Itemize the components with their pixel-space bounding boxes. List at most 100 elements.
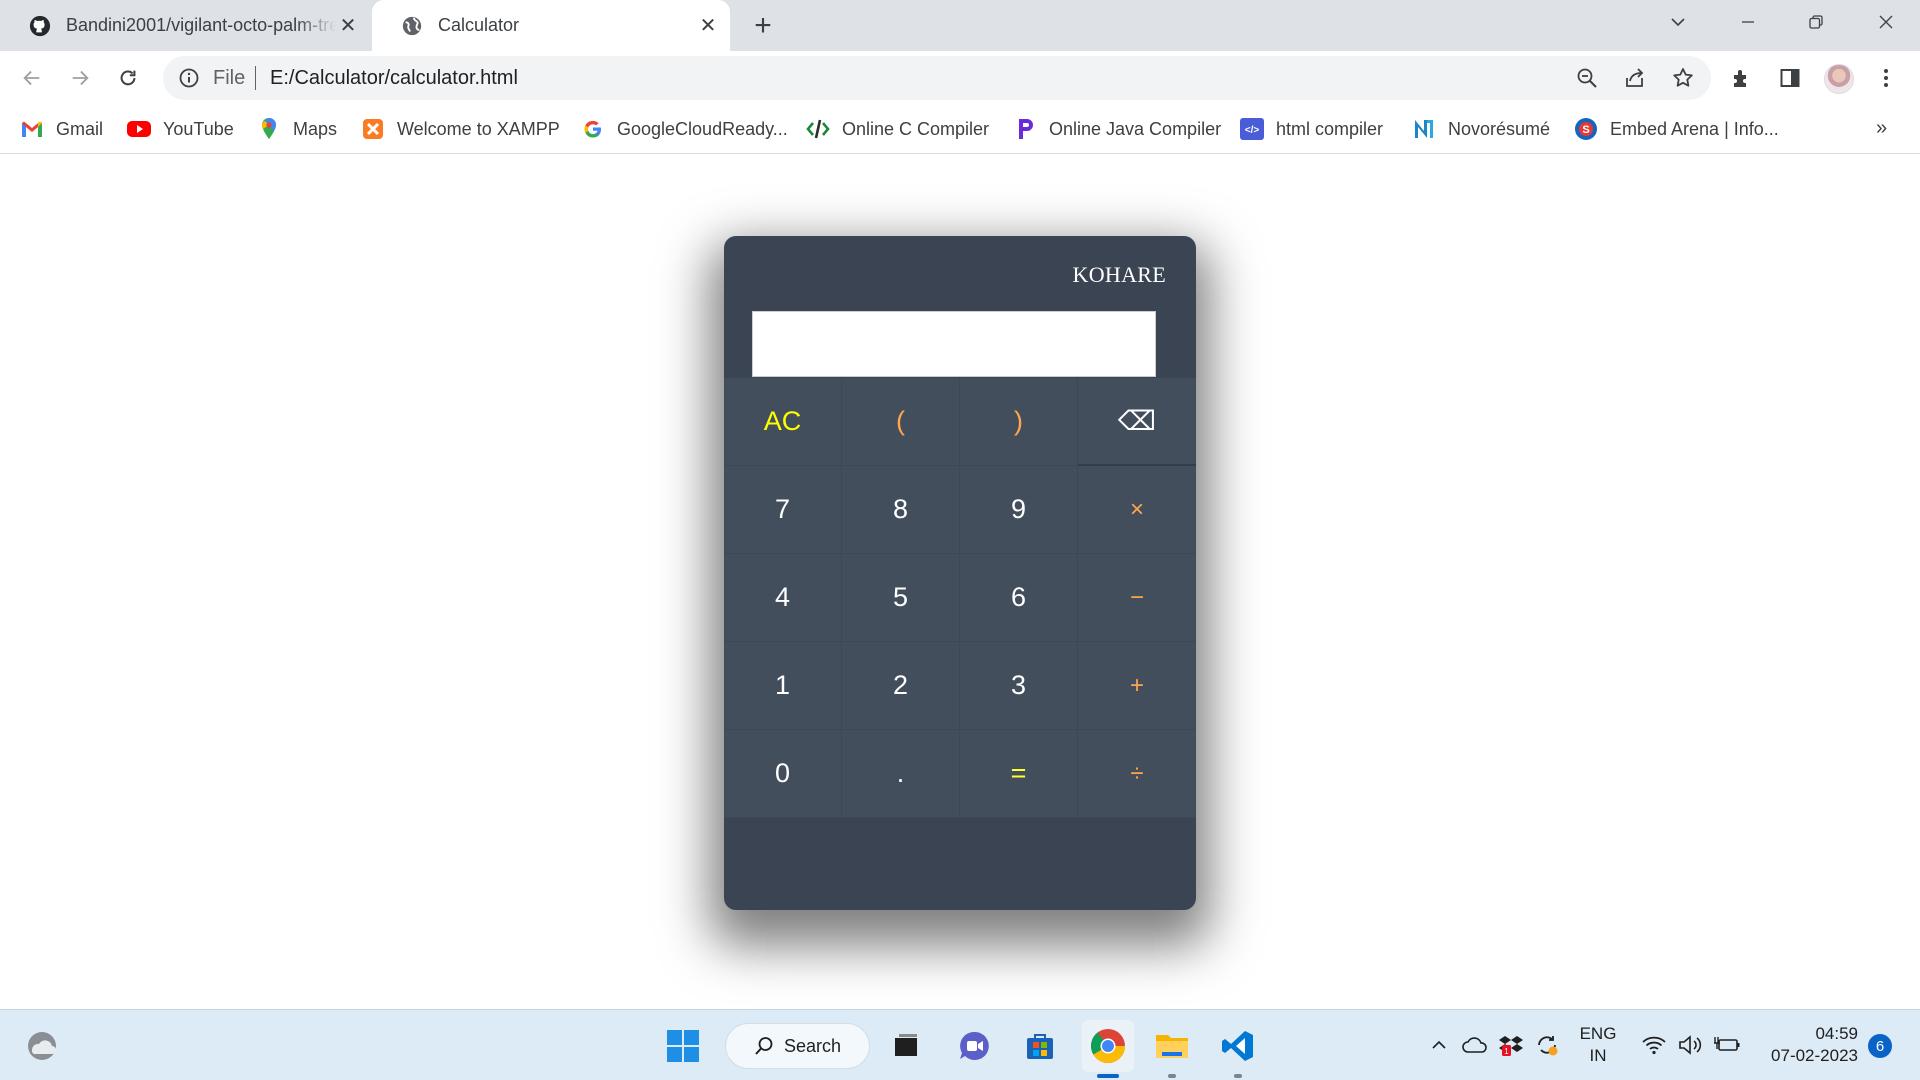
bookmark-googlecloudready[interactable]: GoogleCloudReady... [581, 115, 788, 143]
backspace-button[interactable]: ⌫ [1078, 378, 1196, 466]
new-tab-button[interactable]: + [748, 9, 778, 42]
digit-6-button[interactable]: 6 [960, 554, 1078, 642]
html-icon: </> [1240, 117, 1264, 141]
calculator-display[interactable] [752, 311, 1156, 377]
zoom-icon[interactable] [1575, 66, 1599, 90]
bookmark-maps[interactable]: Maps [257, 115, 337, 143]
share-icon[interactable] [1623, 66, 1647, 90]
bookmark-online-java-compiler[interactable]: Online Java Compiler [1013, 115, 1221, 143]
bookmark-novoresume[interactable]: Novorésumé [1412, 115, 1550, 143]
tab-calculator[interactable]: Calculator ✕ [372, 0, 730, 51]
scheme-label: File [213, 67, 246, 89]
digit-4-button[interactable]: 4 [724, 554, 842, 642]
side-panel-icon[interactable] [1778, 66, 1802, 90]
file-explorer-icon[interactable] [1152, 1026, 1192, 1066]
bookmark-label: Novorésumé [1448, 118, 1551, 139]
extensions-icon[interactable] [1730, 66, 1754, 90]
tab-search-icon[interactable] [1648, 0, 1708, 44]
bookmark-label: Gmail [56, 118, 104, 139]
digit-5-button[interactable]: 5 [842, 554, 960, 642]
weather-widget-icon[interactable] [22, 1026, 62, 1066]
multiply-button[interactable]: × [1078, 466, 1196, 554]
digit-9-button[interactable]: 9 [960, 466, 1078, 554]
decimal-button[interactable]: . [842, 730, 960, 818]
bookmark-label: html compiler [1276, 118, 1384, 139]
digit-3-button[interactable]: 3 [960, 642, 1078, 730]
forward-icon[interactable] [61, 59, 99, 97]
chrome-taskbar-icon[interactable] [1082, 1020, 1134, 1072]
bookmark-label: GoogleCloudReady... [617, 118, 788, 139]
volume-icon[interactable] [1678, 1034, 1704, 1056]
tab-github[interactable]: Bandini2001/vigilant-octo-palm-tree ✕ [0, 0, 370, 51]
tab-strip: Bandini2001/vigilant-octo-palm-tree ✕ Ca… [0, 0, 1920, 51]
tab-title: Calculator [438, 15, 520, 35]
bookmark-embed-arena[interactable]: S Embed Arena | Info... [1574, 115, 1779, 143]
digit-7-button[interactable]: 7 [724, 466, 842, 554]
clock-time: 04:59 [1815, 1024, 1858, 1043]
bookmark-online-c-compiler[interactable]: Online C Compiler [806, 115, 989, 143]
bookmark-youtube[interactable]: YouTube [127, 115, 234, 143]
browser-toolbar: File E:/Calculator/calculator.html [0, 51, 1920, 105]
bookmarks-overflow-button[interactable]: » [1876, 117, 1887, 140]
embed-arena-icon: S [1574, 117, 1598, 141]
profile-avatar[interactable] [1824, 64, 1854, 94]
bookmark-star-icon[interactable] [1671, 66, 1695, 90]
subtract-button[interactable]: − [1078, 554, 1196, 642]
page-viewport: KOHARE AC() ⌫ 7 8 9 × 4 5 6− 1 2 3 +0. = ÷ [0, 155, 1920, 1009]
vscode-icon[interactable] [1218, 1026, 1258, 1066]
task-view-icon[interactable] [886, 1026, 926, 1066]
restore-icon[interactable] [1786, 0, 1846, 44]
bookmark-gmail[interactable]: Gmail [20, 115, 103, 143]
reload-icon[interactable] [109, 59, 147, 97]
maps-icon [257, 117, 281, 141]
language-indicator[interactable]: ENG IN [1574, 1023, 1622, 1067]
bookmark-label: YouTube [163, 118, 234, 139]
calculator: KOHARE AC() ⌫ 7 8 9 × 4 5 6− 1 2 3 +0. = ÷ [724, 236, 1196, 910]
menu-kebab-icon[interactable] [1874, 66, 1898, 90]
close-tab-icon[interactable]: ✕ [696, 14, 720, 38]
gmail-icon [20, 117, 44, 141]
close-window-icon[interactable] [1856, 0, 1916, 44]
open-paren-button[interactable]: ( [842, 378, 960, 466]
xampp-icon [361, 117, 385, 141]
clock[interactable]: 04:59 07-02-2023 [1752, 1023, 1858, 1067]
close-tab-icon[interactable]: ✕ [336, 14, 360, 38]
minimize-icon[interactable] [1718, 0, 1778, 44]
digit-1-button[interactable]: 1 [724, 642, 842, 730]
back-icon[interactable] [13, 59, 51, 97]
digit-2-button[interactable]: 2 [842, 642, 960, 730]
close-paren-button[interactable]: ) [960, 378, 1078, 466]
add-button[interactable]: + [1078, 642, 1196, 730]
bookmark-html-compiler[interactable]: </> html compiler [1240, 115, 1383, 143]
clock-date: 07-02-2023 [1771, 1046, 1858, 1065]
address-bar[interactable]: File E:/Calculator/calculator.html [163, 56, 1711, 100]
onedrive-cloud-icon[interactable] [1462, 1034, 1488, 1056]
chrome-active-indicator [1097, 1074, 1119, 1078]
url-text[interactable]: E:/Calculator/calculator.html [270, 67, 518, 90]
google-icon [581, 117, 605, 141]
bookmark-xampp[interactable]: Welcome to XAMPP [361, 115, 560, 143]
svg-text:</>: </> [1245, 125, 1260, 136]
teams-chat-icon[interactable] [954, 1026, 994, 1066]
chevron-up-icon[interactable] [1428, 1034, 1450, 1056]
dropbox-icon[interactable]: 1 [1498, 1032, 1524, 1058]
code-icon [806, 117, 830, 141]
sync-icon[interactable] [1534, 1032, 1560, 1058]
site-info-icon[interactable] [177, 66, 201, 90]
explorer-open-indicator [1168, 1074, 1176, 1078]
bookmark-label: Welcome to XAMPP [397, 118, 560, 139]
equals-button[interactable]: = [960, 730, 1078, 818]
start-windows-icon[interactable] [663, 1026, 703, 1066]
all-clear-button[interactable]: AC [724, 378, 842, 466]
digit-0-button[interactable]: 0 [724, 730, 842, 818]
digit-8-button[interactable]: 8 [842, 466, 960, 554]
microsoft-store-icon[interactable] [1020, 1026, 1060, 1066]
youtube-icon [127, 117, 151, 141]
battery-charging-icon[interactable] [1714, 1034, 1742, 1056]
search-icon [755, 1037, 773, 1055]
taskbar-search[interactable]: Search [725, 1023, 870, 1069]
notification-badge[interactable]: 6 [1868, 1034, 1892, 1058]
divide-button[interactable]: ÷ [1078, 730, 1196, 818]
address-separator [255, 66, 256, 90]
wifi-icon[interactable] [1642, 1034, 1666, 1056]
